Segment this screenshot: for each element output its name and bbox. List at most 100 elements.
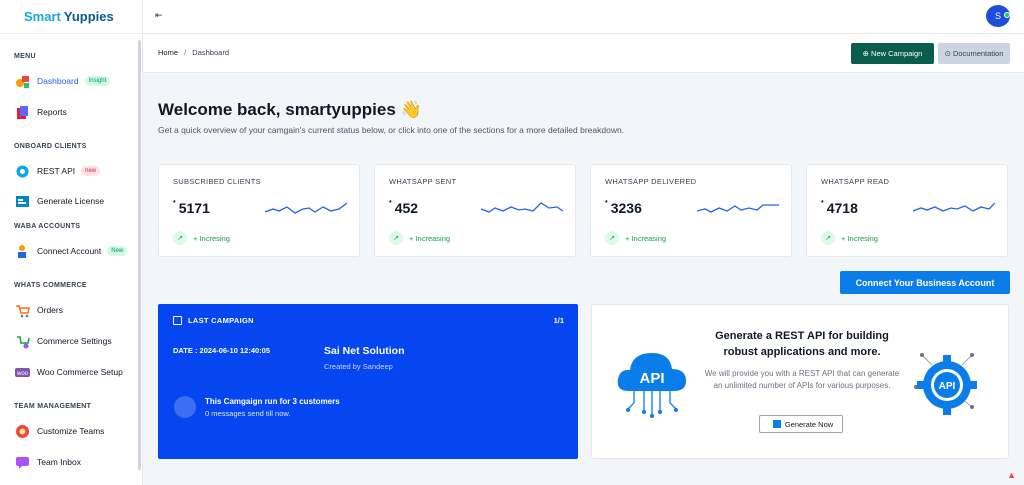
campaign-header-label: LAST CAMPAIGN (188, 316, 254, 325)
last-campaign-card[interactable]: LAST CAMPAIGN 1/1 DATE : 2024-06-10 12:4… (158, 304, 578, 459)
new-badge: New (107, 246, 128, 256)
trend-label: + Increasing (409, 233, 451, 243)
sidebar-item-woo-commerce-setup[interactable]: woo Woo Commerce Setup (14, 362, 123, 382)
stat-value: * 452 (389, 200, 419, 216)
sidebar-item-customize-teams[interactable]: Customize Teams (14, 421, 104, 441)
avatar[interactable]: S (986, 5, 1010, 27)
campaign-date: DATE : 2024-06-10 12:40:05 (173, 346, 270, 355)
api-gear-icon: API (914, 353, 977, 415)
connect-business-account-button[interactable]: Connect Your Business Account (840, 271, 1010, 294)
sidebar-item-dashboard[interactable]: Dashboard Insight (14, 71, 111, 91)
campaign-header: LAST CAMPAIGN (173, 316, 254, 325)
collapse-sidebar-icon[interactable]: ⇤ (155, 10, 163, 21)
trend-up-icon: ↗ (821, 231, 835, 245)
sidebar-item-label: Dashboard (37, 76, 79, 86)
campaign-status-icon (174, 396, 196, 418)
section-waba-accounts: WABA ACCOUNTS (14, 223, 81, 230)
breadcrumb: Home / Dashboard (158, 48, 229, 57)
trend-up-icon: ↗ (173, 231, 187, 245)
campaign-messages-info: 0 messages send till now. (205, 409, 291, 418)
sidebar-item-label: Orders (37, 305, 63, 315)
sidebar-item-label: REST API (37, 166, 76, 176)
connect-account-icon (14, 243, 30, 259)
stat-trend: ↗ + Increasing (389, 231, 450, 245)
breadcrumb-current: Dashboard (192, 48, 229, 57)
stat-title: SUBSCRIBED CLIENTS (173, 177, 261, 186)
rest-api-icon (14, 163, 30, 179)
stat-number: 3236 (610, 200, 642, 216)
brand-word-1: Smart (24, 9, 61, 24)
woo-icon: woo (14, 364, 30, 380)
svg-text:woo: woo (15, 371, 28, 377)
sparkline-icon (481, 202, 563, 213)
stat-title: WHATSAPP SENT (389, 177, 457, 186)
sidebar-item-commerce-settings[interactable]: Commerce Settings (14, 331, 112, 351)
campaign-run-info: This Camgaign run for 3 customers (205, 397, 340, 406)
stat-card-whatsapp-sent[interactable]: WHATSAPP SENT * 452 ↗ + Increasing (374, 164, 576, 257)
sparkline-icon (913, 202, 995, 212)
sidebar-item-label: Connect Account (37, 246, 102, 256)
stat-number: 452 (394, 200, 419, 216)
campaign-pagination[interactable]: 1/1 (554, 316, 564, 325)
section-menu: MENU (14, 53, 36, 60)
brand-logo[interactable]: Smart Yuppies (0, 0, 142, 34)
sidebar-item-orders[interactable]: Orders (14, 300, 63, 320)
page-subtitle: Get a quick overview of your camgain's c… (158, 125, 625, 135)
campaign-name: Sai Net Solution (324, 345, 405, 357)
reports-icon (14, 104, 30, 120)
generate-icon (772, 420, 781, 428)
trend-up-icon: ↗ (389, 231, 403, 245)
dashboard-icon (14, 73, 30, 89)
api-cloud-icon: API (617, 353, 686, 418)
api-description: We will provide you with a REST API that… (704, 369, 900, 390)
sidebar-item-generate-license[interactable]: Generate License (14, 191, 104, 211)
stat-title: WHATSAPP DELIVERED (605, 177, 697, 186)
flame-icon: ▲ (1007, 470, 1016, 480)
calendar-icon (173, 316, 182, 325)
sidebar: Smart Yuppies MENU Dashboard Insight Rep… (0, 0, 143, 485)
stat-value: * 4718 (821, 200, 858, 216)
sparkline-icon (697, 204, 779, 213)
sidebar-item-team-inbox[interactable]: Team Inbox (14, 452, 81, 472)
breadcrumb-home[interactable]: Home (158, 48, 178, 57)
stat-card-whatsapp-delivered[interactable]: WHATSAPP DELIVERED * 3236 ↗ + Increasing (590, 164, 792, 257)
stat-card-subscribed-clients[interactable]: SUBSCRIBED CLIENTS * 5171 ↗ + Incresing (158, 164, 360, 257)
avatar-letter: S (994, 11, 1001, 21)
orders-icon (14, 302, 30, 318)
sidebar-item-rest-api[interactable]: REST API new (14, 161, 101, 181)
license-icon (14, 193, 30, 209)
documentation-button[interactable]: ⊙ Documentation (938, 43, 1010, 64)
stat-value: * 3236 (605, 200, 642, 216)
campaign-created-by: Created by Sandeep (324, 362, 393, 371)
sidebar-item-label: Reports (37, 107, 67, 117)
section-team-management: TEAM MANAGEMENT (14, 403, 92, 410)
sidebar-item-connect-account[interactable]: Connect Account New (14, 241, 128, 261)
trend-label: + Increasing (625, 233, 667, 243)
trend-label: + Incresing (841, 233, 878, 243)
inbox-icon (14, 454, 30, 470)
breadcrumb-separator: / (184, 48, 187, 57)
sidebar-scrollbar[interactable] (138, 40, 141, 470)
new-campaign-button[interactable]: ⊕ New Campaign (851, 43, 934, 64)
api-heading: Generate a REST API for building robust … (715, 330, 889, 358)
page-title: Welcome back, smartyuppies 👋 (158, 100, 422, 119)
stat-trend: ↗ + Incresing (821, 231, 878, 245)
sidebar-item-label: Customize Teams (37, 426, 105, 436)
sidebar-item-label: Commerce Settings (37, 336, 112, 346)
section-onboard-clients: ONBOARD CLIENTS (14, 143, 87, 150)
breadcrumb-bar: Home / Dashboard ⊕ New Campaign ⊙ Docume… (143, 34, 1024, 73)
section-whats-commerce: WHATS COMMERCE (14, 282, 87, 289)
sidebar-item-reports[interactable]: Reports (14, 102, 67, 122)
stat-trend: ↗ + Increasing (605, 231, 666, 245)
sparkline-icon (265, 202, 347, 214)
commerce-settings-icon (14, 333, 30, 349)
insight-badge: Insight (84, 76, 111, 86)
stat-trend: ↗ + Incresing (173, 231, 230, 245)
stat-title: WHATSAPP READ (821, 177, 890, 186)
teams-icon (14, 423, 30, 439)
generate-now-button[interactable]: Generate Now (759, 415, 843, 433)
new-badge: new (81, 166, 101, 176)
stat-value: * 5171 (173, 200, 210, 216)
online-status-icon (1004, 12, 1010, 18)
stat-card-whatsapp-read[interactable]: WHATSAPP READ * 4718 ↗ + Incresing (806, 164, 1008, 257)
